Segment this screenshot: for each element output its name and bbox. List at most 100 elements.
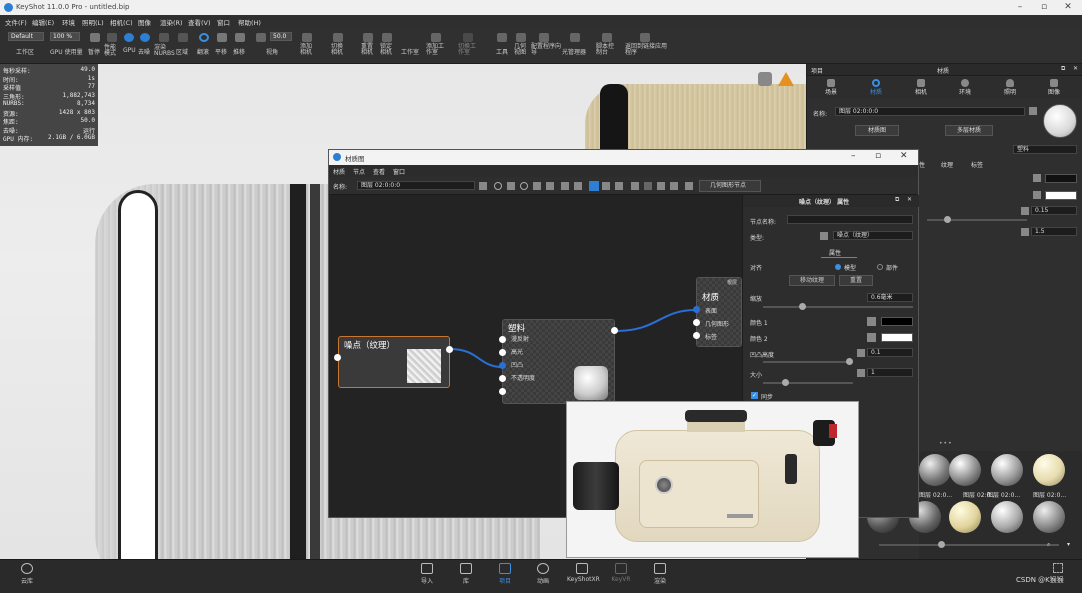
render-button[interactable]: 渲染 xyxy=(645,563,675,585)
color2-swatch[interactable] xyxy=(881,333,913,342)
layout-icon[interactable] xyxy=(507,182,515,190)
material-node-icon[interactable] xyxy=(589,181,599,191)
menu-edit[interactable]: 编辑(E) xyxy=(32,17,54,27)
plastic-opacity-port[interactable] xyxy=(499,375,506,382)
plastic-bump-port[interactable] xyxy=(499,362,506,369)
tab-environment[interactable]: 环境 xyxy=(959,79,971,96)
filter-icon[interactable]: ▾ xyxy=(1067,541,1070,548)
specular-color-swatch[interactable] xyxy=(1045,191,1077,200)
panel-close-icon[interactable]: ✕ xyxy=(1073,65,1078,72)
diffuse-color-swatch[interactable] xyxy=(1045,174,1077,183)
subtab-labels[interactable]: 标签 xyxy=(971,160,983,169)
save-icon[interactable] xyxy=(479,182,487,190)
roughness-slider-handle[interactable] xyxy=(944,216,951,223)
tools-icon[interactable] xyxy=(497,33,507,42)
scale-slider-handle[interactable] xyxy=(799,303,806,310)
close-icon[interactable]: ✕ xyxy=(907,196,912,203)
size-slider[interactable] xyxy=(763,382,853,384)
animation-button[interactable]: 动画 xyxy=(528,563,558,585)
panel-undock-icon[interactable]: ⧉ xyxy=(1061,65,1065,73)
bump-height-field[interactable]: 0.1 xyxy=(867,348,913,357)
utility-node-icon[interactable] xyxy=(615,182,623,190)
wrench-icon[interactable] xyxy=(685,182,693,190)
align-icon[interactable] xyxy=(533,182,541,190)
copy-icon[interactable] xyxy=(561,182,569,190)
radio-model[interactable] xyxy=(835,264,841,270)
menu-lighting[interactable]: 照明(L) xyxy=(82,17,104,27)
library-sphere[interactable] xyxy=(919,454,951,486)
sync-checkbox[interactable]: ✓ xyxy=(751,392,758,399)
library-sphere[interactable] xyxy=(949,454,981,486)
geometry-node-button[interactable]: 几何图形节点 xyxy=(699,180,761,192)
cpu-usage-field[interactable]: 100 % xyxy=(50,32,80,41)
reset-camera-icon[interactable] xyxy=(363,33,373,42)
close-icon[interactable]: ✕ xyxy=(1056,2,1080,12)
plastic-output-port[interactable] xyxy=(611,327,618,334)
search-icon[interactable]: ⌕ xyxy=(1047,541,1050,549)
undock-icon[interactable]: ⧉ xyxy=(895,196,899,204)
size-slider-handle[interactable] xyxy=(782,379,789,386)
library-sphere[interactable] xyxy=(1033,501,1065,533)
switch-studio-icon[interactable] xyxy=(463,33,473,42)
tab-scene[interactable]: 场景 xyxy=(825,79,837,96)
labels-input-port[interactable] xyxy=(693,332,700,339)
node-name-field[interactable] xyxy=(787,215,913,224)
tab-material[interactable]: 材质 xyxy=(870,79,882,96)
minimize-icon[interactable]: – xyxy=(1008,2,1032,12)
plastic-material-node[interactable]: 塑料 漫反射 高光 凹凸 不透明度 xyxy=(502,319,615,404)
scale-field[interactable]: 0.6毫米 xyxy=(867,293,913,302)
size-field[interactable]: 1 xyxy=(867,368,913,377)
thumbnail-size-slider[interactable] xyxy=(879,544,1059,546)
pause-icon[interactable] xyxy=(90,33,100,42)
light-manager-icon[interactable] xyxy=(570,33,580,42)
menu-help[interactable]: 帮助(H) xyxy=(238,17,261,27)
link-app-icon[interactable] xyxy=(640,33,650,42)
texture-slot-icon[interactable] xyxy=(1021,207,1029,215)
save-material-icon[interactable] xyxy=(1029,107,1037,115)
material-graph-button[interactable]: 材质图 xyxy=(855,125,899,136)
subtab-properties[interactable]: 性 xyxy=(919,160,925,169)
menu-window[interactable]: 窗口 xyxy=(217,17,230,27)
attributes-tab[interactable]: 属性 xyxy=(829,248,841,257)
library-sphere[interactable] xyxy=(991,501,1023,533)
tab-image[interactable]: 图像 xyxy=(1048,79,1060,96)
material-output-node[interactable]: 根层 材质 表面 几何图形 标签 xyxy=(696,277,742,347)
texture-slot-icon[interactable] xyxy=(867,317,876,326)
menu-image[interactable]: 图像 xyxy=(138,17,151,27)
switch-camera-icon[interactable] xyxy=(333,33,343,42)
maximize-icon[interactable]: ▫ xyxy=(875,151,881,161)
add-studio-icon[interactable] xyxy=(431,33,441,42)
cloud-library-button[interactable]: 云库 xyxy=(12,563,42,585)
geometry-input-port[interactable] xyxy=(693,319,700,326)
sphere-preview-icon[interactable] xyxy=(494,182,502,190)
bump-slider-handle[interactable] xyxy=(846,358,853,365)
close-icon[interactable]: ✕ xyxy=(900,151,908,161)
texture-slot-icon[interactable] xyxy=(1021,228,1029,236)
texture-slot-icon[interactable] xyxy=(1033,174,1041,182)
gpu-icon[interactable] xyxy=(124,33,134,42)
roughness-field[interactable]: 0.15 xyxy=(1031,206,1077,215)
tab-camera[interactable]: 相机 xyxy=(915,79,927,96)
maximize-icon[interactable]: ▫ xyxy=(1032,2,1056,12)
texture-node-icon[interactable] xyxy=(602,182,610,190)
graph-name-field[interactable]: 图层 02:0:0:0 xyxy=(357,181,475,190)
library-sphere[interactable] xyxy=(1033,454,1065,486)
fit-icon[interactable] xyxy=(657,182,665,190)
menu-view[interactable]: 查看(V) xyxy=(188,17,211,27)
connect-icon[interactable] xyxy=(631,182,639,190)
texture-slot-icon[interactable] xyxy=(1033,191,1041,199)
delete-icon[interactable] xyxy=(574,182,582,190)
noise-input-port[interactable] xyxy=(334,354,341,361)
thumbnail-size-handle[interactable] xyxy=(938,541,945,548)
library-button[interactable]: 库 xyxy=(451,563,481,585)
noise-texture-node[interactable]: 噪点（纹理） xyxy=(338,336,450,388)
menu-node[interactable]: 节点 xyxy=(353,167,365,176)
menu-view[interactable]: 查看 xyxy=(373,167,385,176)
keyshotxr-button[interactable]: KeyShotXR xyxy=(567,563,600,583)
plastic-specular-port[interactable] xyxy=(499,349,506,356)
material-name-field[interactable]: 图层 02:0:0:0 xyxy=(835,107,1025,116)
nurbs-icon[interactable] xyxy=(159,33,169,42)
menu-file[interactable]: 文件(F) xyxy=(5,17,27,27)
script-console-icon[interactable] xyxy=(602,33,612,42)
panel-resize-handle[interactable]: ••• xyxy=(939,440,953,447)
